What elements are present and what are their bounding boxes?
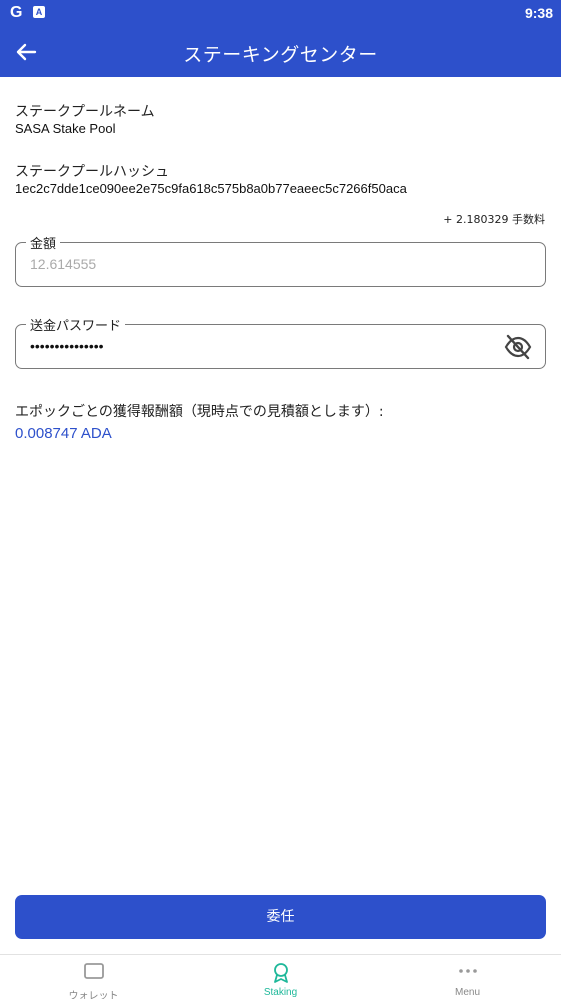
- bottom-nav: ウォレット Staking Menu: [0, 954, 561, 999]
- nav-wallet-label: ウォレット: [68, 991, 119, 999]
- reward-label: エポックごとの獲得報酬額（現時点での見積額とします）:: [15, 404, 384, 420]
- nav-staking-label: Staking: [263, 987, 298, 998]
- password-input[interactable]: •••••••••••••••: [30, 338, 104, 354]
- amount-field-label: 金額: [26, 233, 61, 252]
- page-title: ステーキングセンター: [183, 44, 378, 66]
- wallet-icon: [83, 963, 104, 979]
- nav-staking[interactable]: Staking: [187, 955, 374, 999]
- award-icon: [273, 963, 288, 983]
- eye-off-icon[interactable]: [503, 333, 533, 361]
- reward-value: 0.008747 ADA: [15, 425, 112, 442]
- fee-text: + 2.180329 手数料: [443, 213, 545, 226]
- amount-field[interactable]: 金額 12.614555: [15, 233, 546, 287]
- password-field-label: 送金パスワード: [26, 315, 126, 334]
- pool-name-value: SASA Stake Pool: [15, 121, 116, 136]
- delegate-button[interactable]: 委任: [15, 895, 546, 939]
- pool-name-label: ステークプールネーム: [15, 104, 155, 120]
- pool-hash-label: ステークプールハッシュ: [15, 164, 169, 180]
- password-field[interactable]: 送金パスワード •••••••••••••••: [15, 315, 546, 369]
- nav-wallet[interactable]: ウォレット: [0, 955, 187, 999]
- status-time: 9:38: [524, 5, 553, 21]
- notification-icon: A: [33, 6, 45, 18]
- amount-input[interactable]: 12.614555: [30, 256, 96, 272]
- more-icon: [458, 969, 477, 973]
- nav-menu[interactable]: Menu: [374, 955, 561, 999]
- status-bar: G A 9:38: [0, 0, 561, 26]
- pool-hash-value: 1ec2c7dde1ce090ee2e75c9fa618c575b8a0b77e…: [15, 181, 407, 196]
- nav-menu-label: Menu: [454, 987, 480, 998]
- google-icon: G: [10, 4, 23, 21]
- app-bar: ステーキングセンター: [0, 26, 561, 77]
